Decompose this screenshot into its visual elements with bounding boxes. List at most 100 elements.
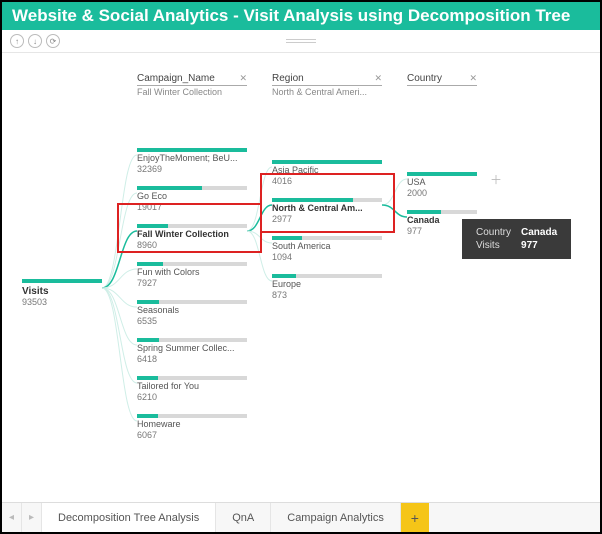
bar-track [272,160,382,164]
tab-prev-button[interactable]: ◂ [2,503,22,532]
bar-fill [407,210,441,214]
bar-fill [137,300,159,304]
tree-node[interactable]: Europe873 [272,274,382,300]
node-label: South America [272,242,382,252]
column-label: Region [272,73,304,84]
node-label: Europe [272,280,382,290]
root-label: Visits [22,286,102,297]
bar-track [137,224,247,228]
tree-node[interactable]: Seasonals6535 [137,300,247,326]
column-label: Country [407,73,442,84]
tree-node[interactable]: South America1094 [272,236,382,262]
node-label: North & Central Am... [272,204,382,214]
node-value: 1094 [272,252,382,262]
tree-node[interactable]: Go Eco19017 [137,186,247,212]
node-label: EnjoyTheMoment; BeU... [137,154,247,164]
bar-track [272,198,382,202]
tab-decomposition[interactable]: Decomposition Tree Analysis [42,503,216,532]
page-title: Website & Social Analytics - Visit Analy… [2,2,600,30]
close-icon[interactable]: ✕ [374,73,382,84]
node-value: 2977 [272,214,382,224]
plus-icon[interactable]: ＋ [490,171,502,188]
close-icon[interactable]: ✕ [239,73,247,84]
column-label: Campaign_Name [137,73,215,84]
node-value: 6418 [137,354,247,364]
node-value: 6535 [137,316,247,326]
tab-add-button[interactable]: + [401,503,429,532]
toolbar: ↑ ↓ ⟳ [2,30,600,53]
bar-fill [137,224,168,228]
node-label: Go Eco [137,192,247,202]
bar-fill [407,172,477,176]
column-header-country[interactable]: Country ✕ [407,73,477,86]
tree-node[interactable]: Homeware6067 [137,414,247,440]
tree-node[interactable]: USA2000 [407,172,477,198]
column-sub: Fall Winter Collection [137,87,247,97]
up-arrow-icon[interactable]: ↑ [10,34,24,48]
node-value: 2000 [407,188,477,198]
bar-fill [137,148,247,152]
bar-fill [137,414,158,418]
node-label: USA [407,178,477,188]
tree-node[interactable]: North & Central Am...2977 [272,198,382,224]
column-sub: North & Central Ameri... [272,87,382,97]
drag-handle[interactable] [286,39,316,43]
bar-track [137,376,247,380]
tooltip-val: 977 [517,240,561,251]
node-label: Spring Summer Collec... [137,344,247,354]
bar-fill [272,198,353,202]
bar-track [137,262,247,266]
root-bar [22,279,102,283]
node-label: Asia Pacific [272,166,382,176]
node-value: 7927 [137,278,247,288]
node-value: 32369 [137,164,247,174]
bar-track [407,172,477,176]
tree-node[interactable]: Fall Winter Collection8960 [137,224,247,250]
tooltip-key: Country [472,227,515,238]
down-arrow-icon[interactable]: ↓ [28,34,42,48]
bar-fill [272,236,302,240]
decomposition-canvas: Campaign_Name ✕ Fall Winter Collection Re… [2,53,600,483]
node-value: 8960 [137,240,247,250]
tree-node[interactable]: Fun with Colors7927 [137,262,247,288]
refresh-icon[interactable]: ⟳ [46,34,60,48]
bar-fill [137,376,158,380]
tooltip: CountryCanada Visits977 [462,219,571,259]
tree-node[interactable]: Spring Summer Collec...6418 [137,338,247,364]
bar-fill [137,186,202,190]
tree-node[interactable]: EnjoyTheMoment; BeU...32369 [137,148,247,174]
bar-track [137,148,247,152]
tab-campaign-analytics[interactable]: Campaign Analytics [271,503,401,532]
connector-lines [2,53,600,483]
bar-track [272,274,382,278]
bar-fill [272,274,296,278]
bar-track [137,300,247,304]
node-label: Seasonals [137,306,247,316]
tab-next-button[interactable]: ▸ [22,503,42,532]
tooltip-key: Visits [472,240,515,251]
bar-fill [137,262,163,266]
tooltip-val: Canada [517,227,561,238]
node-label: Fall Winter Collection [137,230,247,240]
node-value: 19017 [137,202,247,212]
bar-track [137,338,247,342]
node-label: Homeware [137,420,247,430]
bar-track [407,210,477,214]
bar-fill [272,160,382,164]
bar-track [137,186,247,190]
root-value: 93503 [22,297,102,307]
bar-track [137,414,247,418]
bar-track [272,236,382,240]
tab-qna[interactable]: QnA [216,503,271,532]
node-value: 4016 [272,176,382,186]
tree-node[interactable]: Tailored for You6210 [137,376,247,402]
tree-node[interactable]: Asia Pacific4016 [272,160,382,186]
column-header-campaign[interactable]: Campaign_Name ✕ Fall Winter Collection [137,73,247,97]
tab-strip: ◂ ▸ Decomposition Tree Analysis QnA Camp… [2,502,600,532]
node-label: Fun with Colors [137,268,247,278]
close-icon[interactable]: ✕ [469,73,477,84]
root-node[interactable]: Visits 93503 [22,279,102,307]
node-value: 873 [272,290,382,300]
bar-fill [137,338,159,342]
column-header-region[interactable]: Region ✕ North & Central Ameri... [272,73,382,97]
